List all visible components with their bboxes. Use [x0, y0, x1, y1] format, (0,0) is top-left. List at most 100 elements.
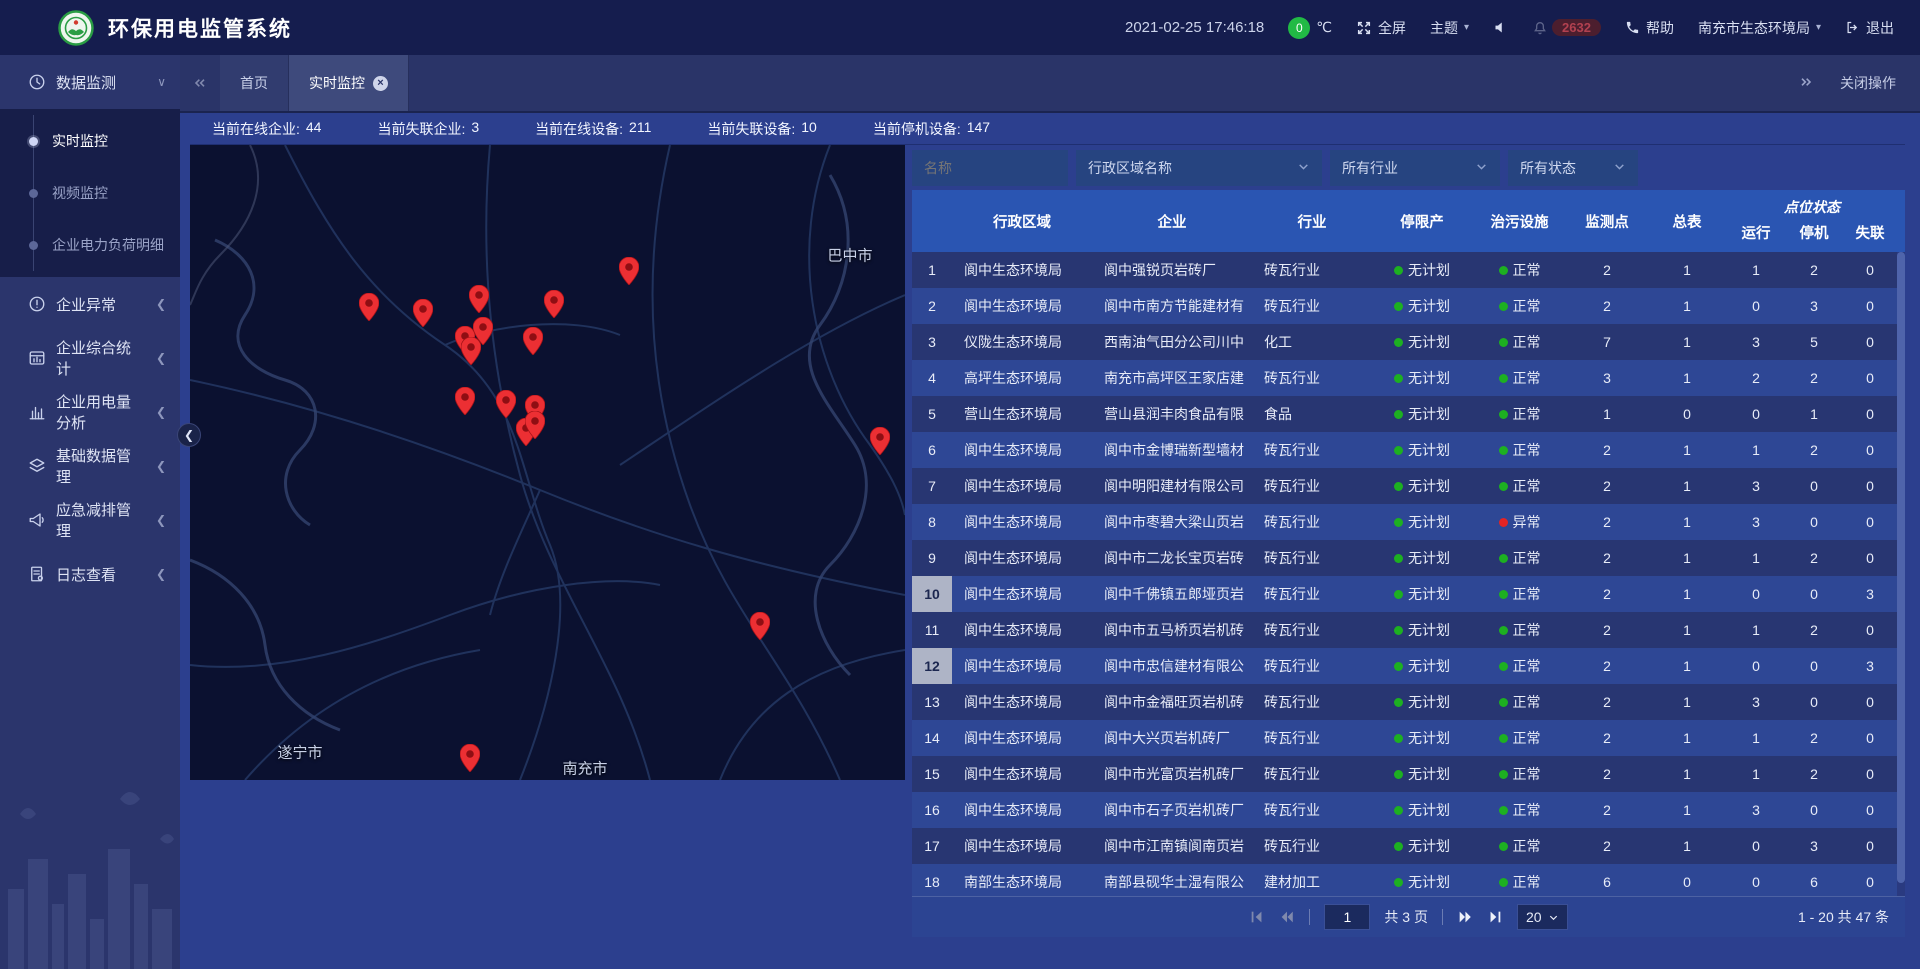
cell-points: 3 [1567, 360, 1647, 396]
cell-industry: 砖瓦行业 [1252, 576, 1372, 612]
status-label: 无计划 [1408, 332, 1450, 352]
sidebar-item-3[interactable]: 企业综合统计❮ [0, 331, 180, 385]
sidebar-item-5[interactable]: 基础数据管理❮ [0, 439, 180, 493]
close-operations-menu[interactable]: 关闭操作 [1840, 73, 1896, 93]
cell-company: 南部县砚华土湿有限公 [1092, 864, 1252, 896]
map-pin-icon[interactable] [460, 744, 480, 772]
table-row[interactable]: 8阆中生态环境局阆中市枣碧大梁山页岩砖瓦行业无计划异常21300 [912, 504, 1905, 540]
sound-toggle[interactable] [1493, 20, 1508, 35]
previous-page-button[interactable] [1279, 909, 1295, 925]
sidebar-item-7[interactable]: 日志查看❮ [0, 547, 180, 601]
table-row[interactable]: 14阆中生态环境局阆中大兴页岩机砖厂砖瓦行业无计划正常21120 [912, 720, 1905, 756]
table-row[interactable]: 17阆中生态环境局阆中市江南镇阆南页岩砖瓦行业无计划正常21030 [912, 828, 1905, 864]
map-pin-icon[interactable] [413, 299, 433, 327]
cell-run: 3 [1727, 504, 1785, 540]
help-label: 帮助 [1646, 18, 1674, 38]
table-row[interactable]: 12阆中生态环境局阆中市忠信建材有限公砖瓦行业无计划正常21003 [912, 648, 1905, 684]
table-row[interactable]: 13阆中生态环境局阆中市金福旺页岩机砖砖瓦行业无计划正常21300 [912, 684, 1905, 720]
page-number-input[interactable] [1324, 904, 1370, 930]
sidebar-collapse-button[interactable]: ❮ [177, 423, 201, 447]
sidebar-item-2[interactable]: 企业异常❮ [0, 277, 180, 331]
cell-points: 6 [1567, 864, 1647, 896]
page-size-select[interactable]: 20 [1517, 904, 1568, 930]
row-index-cell: 1 [912, 252, 952, 288]
tab-首页[interactable]: 首页 [220, 55, 289, 111]
table-row[interactable]: 15阆中生态环境局阆中市光富页岩机砖厂砖瓦行业无计划正常21120 [912, 756, 1905, 792]
sidebar-item-6[interactable]: 应急减排管理❮ [0, 493, 180, 547]
table-row[interactable]: 6阆中生态环境局阆中市金博瑞新型墙材砖瓦行业无计划正常21120 [912, 432, 1905, 468]
notifications[interactable]: 2632 [1532, 19, 1601, 36]
stat-label: 当前在线企业: [212, 119, 300, 139]
cell-halt: 0 [1785, 792, 1843, 828]
table-row[interactable]: 5营山生态环境局营山县润丰肉食品有限食品无计划正常10010 [912, 396, 1905, 432]
help-button[interactable]: 帮助 [1625, 18, 1674, 38]
table-row[interactable]: 9阆中生态环境局阆中市二龙长宝页岩砖砖瓦行业无计划正常21120 [912, 540, 1905, 576]
next-page-button[interactable] [1457, 909, 1473, 925]
sidebar-subitem[interactable]: 视频监控 [0, 167, 180, 219]
cell-lost: 0 [1843, 432, 1897, 468]
first-page-button[interactable] [1249, 909, 1265, 925]
table-row[interactable]: 2阆中生态环境局阆中市南方节能建材有砖瓦行业无计划正常21030 [912, 288, 1905, 324]
table-row[interactable]: 4高坪生态环境局南充市高坪区王家店建砖瓦行业无计划正常31220 [912, 360, 1905, 396]
cell-run: 1 [1727, 720, 1785, 756]
map-pin-icon[interactable] [870, 427, 890, 455]
sidebar-item-4[interactable]: 企业用电量分析❮ [0, 385, 180, 439]
status-label: 正常 [1513, 476, 1541, 496]
table-row[interactable]: 3仪陇生态环境局西南油气田分公司川中化工无计划正常71350 [912, 324, 1905, 360]
map-pin-icon[interactable] [455, 387, 475, 415]
theme-menu[interactable]: 主题 ▾ [1430, 18, 1469, 38]
cell-industry: 建材加工 [1252, 864, 1372, 896]
row-index-cell: 12 [912, 648, 952, 684]
table-row[interactable]: 18南部生态环境局南部县砚华土湿有限公建材加工无计划正常60060 [912, 864, 1905, 896]
cell-lost: 3 [1843, 576, 1897, 612]
cell-stop-status: 无计划 [1372, 576, 1472, 612]
tabs-scroll-right-icon[interactable] [1798, 74, 1814, 93]
close-icon[interactable]: × [373, 76, 388, 91]
tabs-scroll-left-icon[interactable] [180, 55, 220, 111]
cell-lost: 3 [1843, 648, 1897, 684]
map[interactable]: 巴中市南充市遂宁市 ❮ [190, 145, 905, 780]
page-size-value: 20 [1526, 909, 1542, 925]
map-pin-icon[interactable] [544, 290, 564, 318]
map-pin-icon[interactable] [359, 293, 379, 321]
table-row[interactable]: 7阆中生态环境局阆中明阳建材有限公司砖瓦行业无计划正常21300 [912, 468, 1905, 504]
map-pin-icon[interactable] [523, 327, 543, 355]
cell-meters: 1 [1647, 360, 1727, 396]
user-menu[interactable]: 南充市生态环境局 ▾ [1698, 18, 1821, 38]
status-label: 正常 [1513, 872, 1541, 892]
table-row[interactable]: 10阆中生态环境局阆中千佛镇五郎垭页岩砖瓦行业无计划正常21003 [912, 576, 1905, 612]
status-dot-icon [1394, 374, 1403, 383]
map-pin-icon[interactable] [619, 257, 639, 285]
column-header-index [912, 190, 952, 252]
map-pin-icon[interactable] [469, 285, 489, 313]
industry-select[interactable]: 所有行业 [1330, 150, 1500, 186]
last-page-button[interactable] [1487, 909, 1503, 925]
table-row[interactable]: 16阆中生态环境局阆中市石子页岩机砖厂砖瓦行业无计划正常21300 [912, 792, 1905, 828]
table-row[interactable]: 1阆中生态环境局阆中强锐页岩砖厂砖瓦行业无计划正常21120 [912, 252, 1905, 288]
chevron-down-icon [1613, 160, 1626, 176]
chevron-left-icon: ❮ [156, 405, 166, 419]
page-title: 环保用电监管系统 [108, 13, 292, 43]
map-pin-icon[interactable] [496, 390, 516, 418]
status-dot-icon [1394, 446, 1403, 455]
status-select[interactable]: 所有状态 [1508, 150, 1638, 186]
sidebar-item-1[interactable]: 数据监测∨ [0, 55, 180, 109]
cell-region: 仪陇生态环境局 [952, 324, 1092, 360]
sidebar-subitem[interactable]: 企业电力负荷明细 [0, 219, 180, 271]
table-scrollbar[interactable] [1897, 252, 1905, 896]
map-pin-icon[interactable] [750, 612, 770, 640]
sidebar-subitem[interactable]: 实时监控 [0, 115, 180, 167]
cell-stop-status: 无计划 [1372, 720, 1472, 756]
scrollbar-thumb[interactable] [1897, 252, 1905, 883]
map-pin-icon[interactable] [461, 337, 481, 365]
fullscreen-button[interactable]: 全屏 [1356, 18, 1406, 38]
cell-run: 3 [1727, 468, 1785, 504]
table-row[interactable]: 11阆中生态环境局阆中市五马桥页岩机砖砖瓦行业无计划正常21120 [912, 612, 1905, 648]
map-pin-icon[interactable] [525, 411, 545, 439]
column-header: 停限产 [1372, 190, 1472, 252]
tab-实时监控[interactable]: 实时监控× [289, 55, 409, 111]
logout-button[interactable]: 退出 [1845, 18, 1894, 38]
region-select[interactable]: 行政区域名称 [1076, 150, 1322, 186]
name-search-input[interactable] [912, 150, 1068, 186]
cell-lost: 0 [1843, 540, 1897, 576]
